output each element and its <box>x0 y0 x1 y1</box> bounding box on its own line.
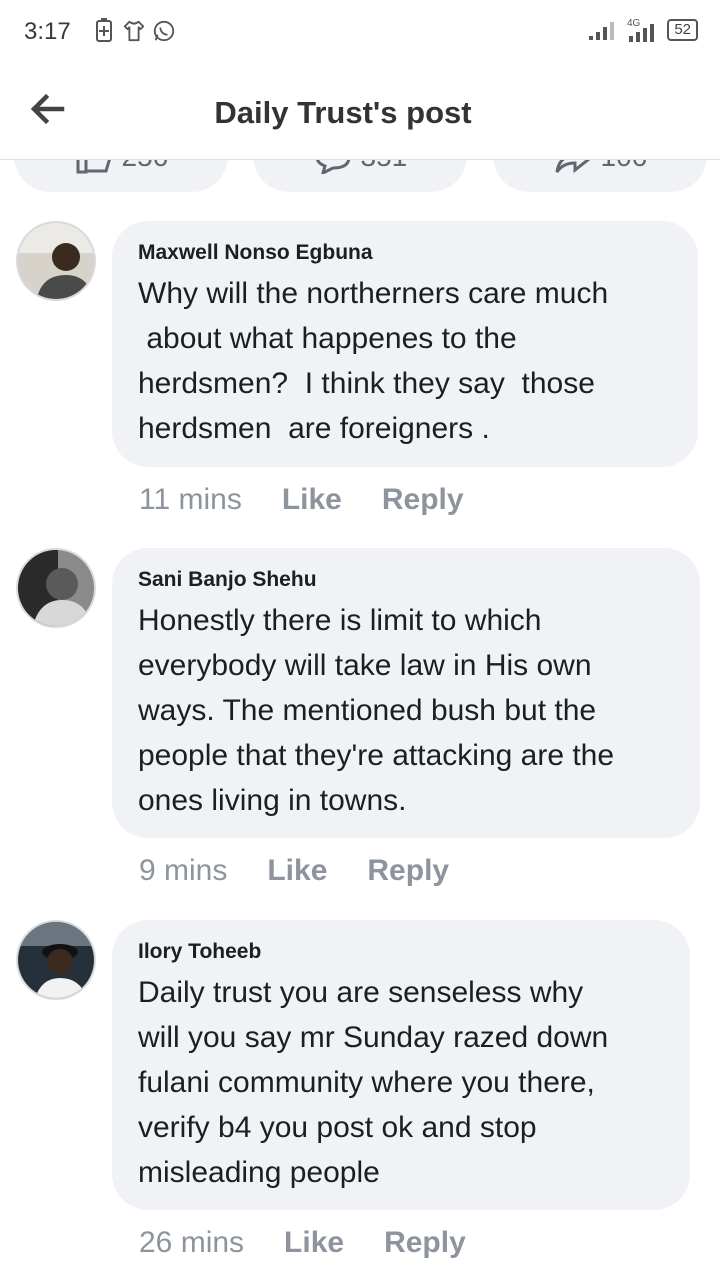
avatar-photo-icon <box>18 550 94 626</box>
system-icons: 4G 52 <box>587 16 698 44</box>
like-link[interactable]: Like <box>284 1226 344 1260</box>
comment-text: Honestly there is limit to which everybo… <box>138 604 615 817</box>
comment-button[interactable]: 351 <box>253 160 467 192</box>
app-header: Daily Trust's post <box>0 64 720 160</box>
comment-author[interactable]: Sani Banjo Shehu <box>138 568 676 592</box>
comment-actions: 11 mins Like Reply <box>139 483 464 517</box>
avatar-photo-icon <box>18 223 94 299</box>
whatsapp-icon <box>153 20 175 42</box>
comment-author[interactable]: Maxwell Nonso Egbuna <box>138 241 674 265</box>
comment-text: Daily trust you are senseless why will y… <box>138 976 609 1189</box>
reply-link[interactable]: Reply <box>367 854 449 888</box>
battery-saver-icon <box>96 18 112 42</box>
comment-time: 26 mins <box>139 1226 245 1259</box>
share-icon <box>555 160 590 174</box>
reply-link[interactable]: Reply <box>382 483 464 517</box>
avatar[interactable] <box>16 920 96 1000</box>
page-title: Daily Trust's post <box>214 95 472 130</box>
status-time: 3:17 <box>24 18 71 45</box>
notification-icons <box>92 18 176 44</box>
like-link[interactable]: Like <box>267 854 327 888</box>
comment-bubble: Maxwell Nonso Egbuna Why will the northe… <box>112 221 698 467</box>
comment-time: 9 mins <box>139 854 228 887</box>
svg-text:4G: 4G <box>627 18 641 29</box>
signal-4g-icon: 4G <box>627 18 655 42</box>
avatar[interactable] <box>16 548 96 628</box>
comment-time: 11 mins <box>139 483 242 516</box>
comment-count: 351 <box>361 160 408 172</box>
comment-author[interactable]: Ilory Toheeb <box>138 940 666 964</box>
comment-text: Why will the northerners care much about… <box>138 277 609 445</box>
comment-bubble: Sani Banjo Shehu Honestly there is limit… <box>112 548 700 838</box>
like-count: 256 <box>122 160 169 172</box>
comment-bubble: Ilory Toheeb Daily trust you are sensele… <box>112 920 690 1210</box>
comment-actions: 9 mins Like Reply <box>139 854 449 888</box>
avatar[interactable] <box>16 221 96 301</box>
signal-icon <box>589 22 615 40</box>
share-button[interactable]: 106 <box>493 160 707 192</box>
comment-actions: 26 mins Like Reply <box>139 1226 466 1260</box>
status-bar: 3:17 4G 52 <box>0 0 720 64</box>
reply-link[interactable]: Reply <box>384 1226 466 1260</box>
like-link[interactable]: Like <box>282 483 342 517</box>
avatar-photo-icon <box>18 922 94 998</box>
comment-icon <box>315 160 350 176</box>
thumbs-up-icon <box>76 160 111 174</box>
share-count: 106 <box>601 160 648 172</box>
post-action-row: 256 351 106 <box>0 160 720 194</box>
like-button[interactable]: 256 <box>14 160 228 192</box>
tshirt-icon <box>123 20 145 42</box>
battery-level: 52 <box>667 19 698 41</box>
